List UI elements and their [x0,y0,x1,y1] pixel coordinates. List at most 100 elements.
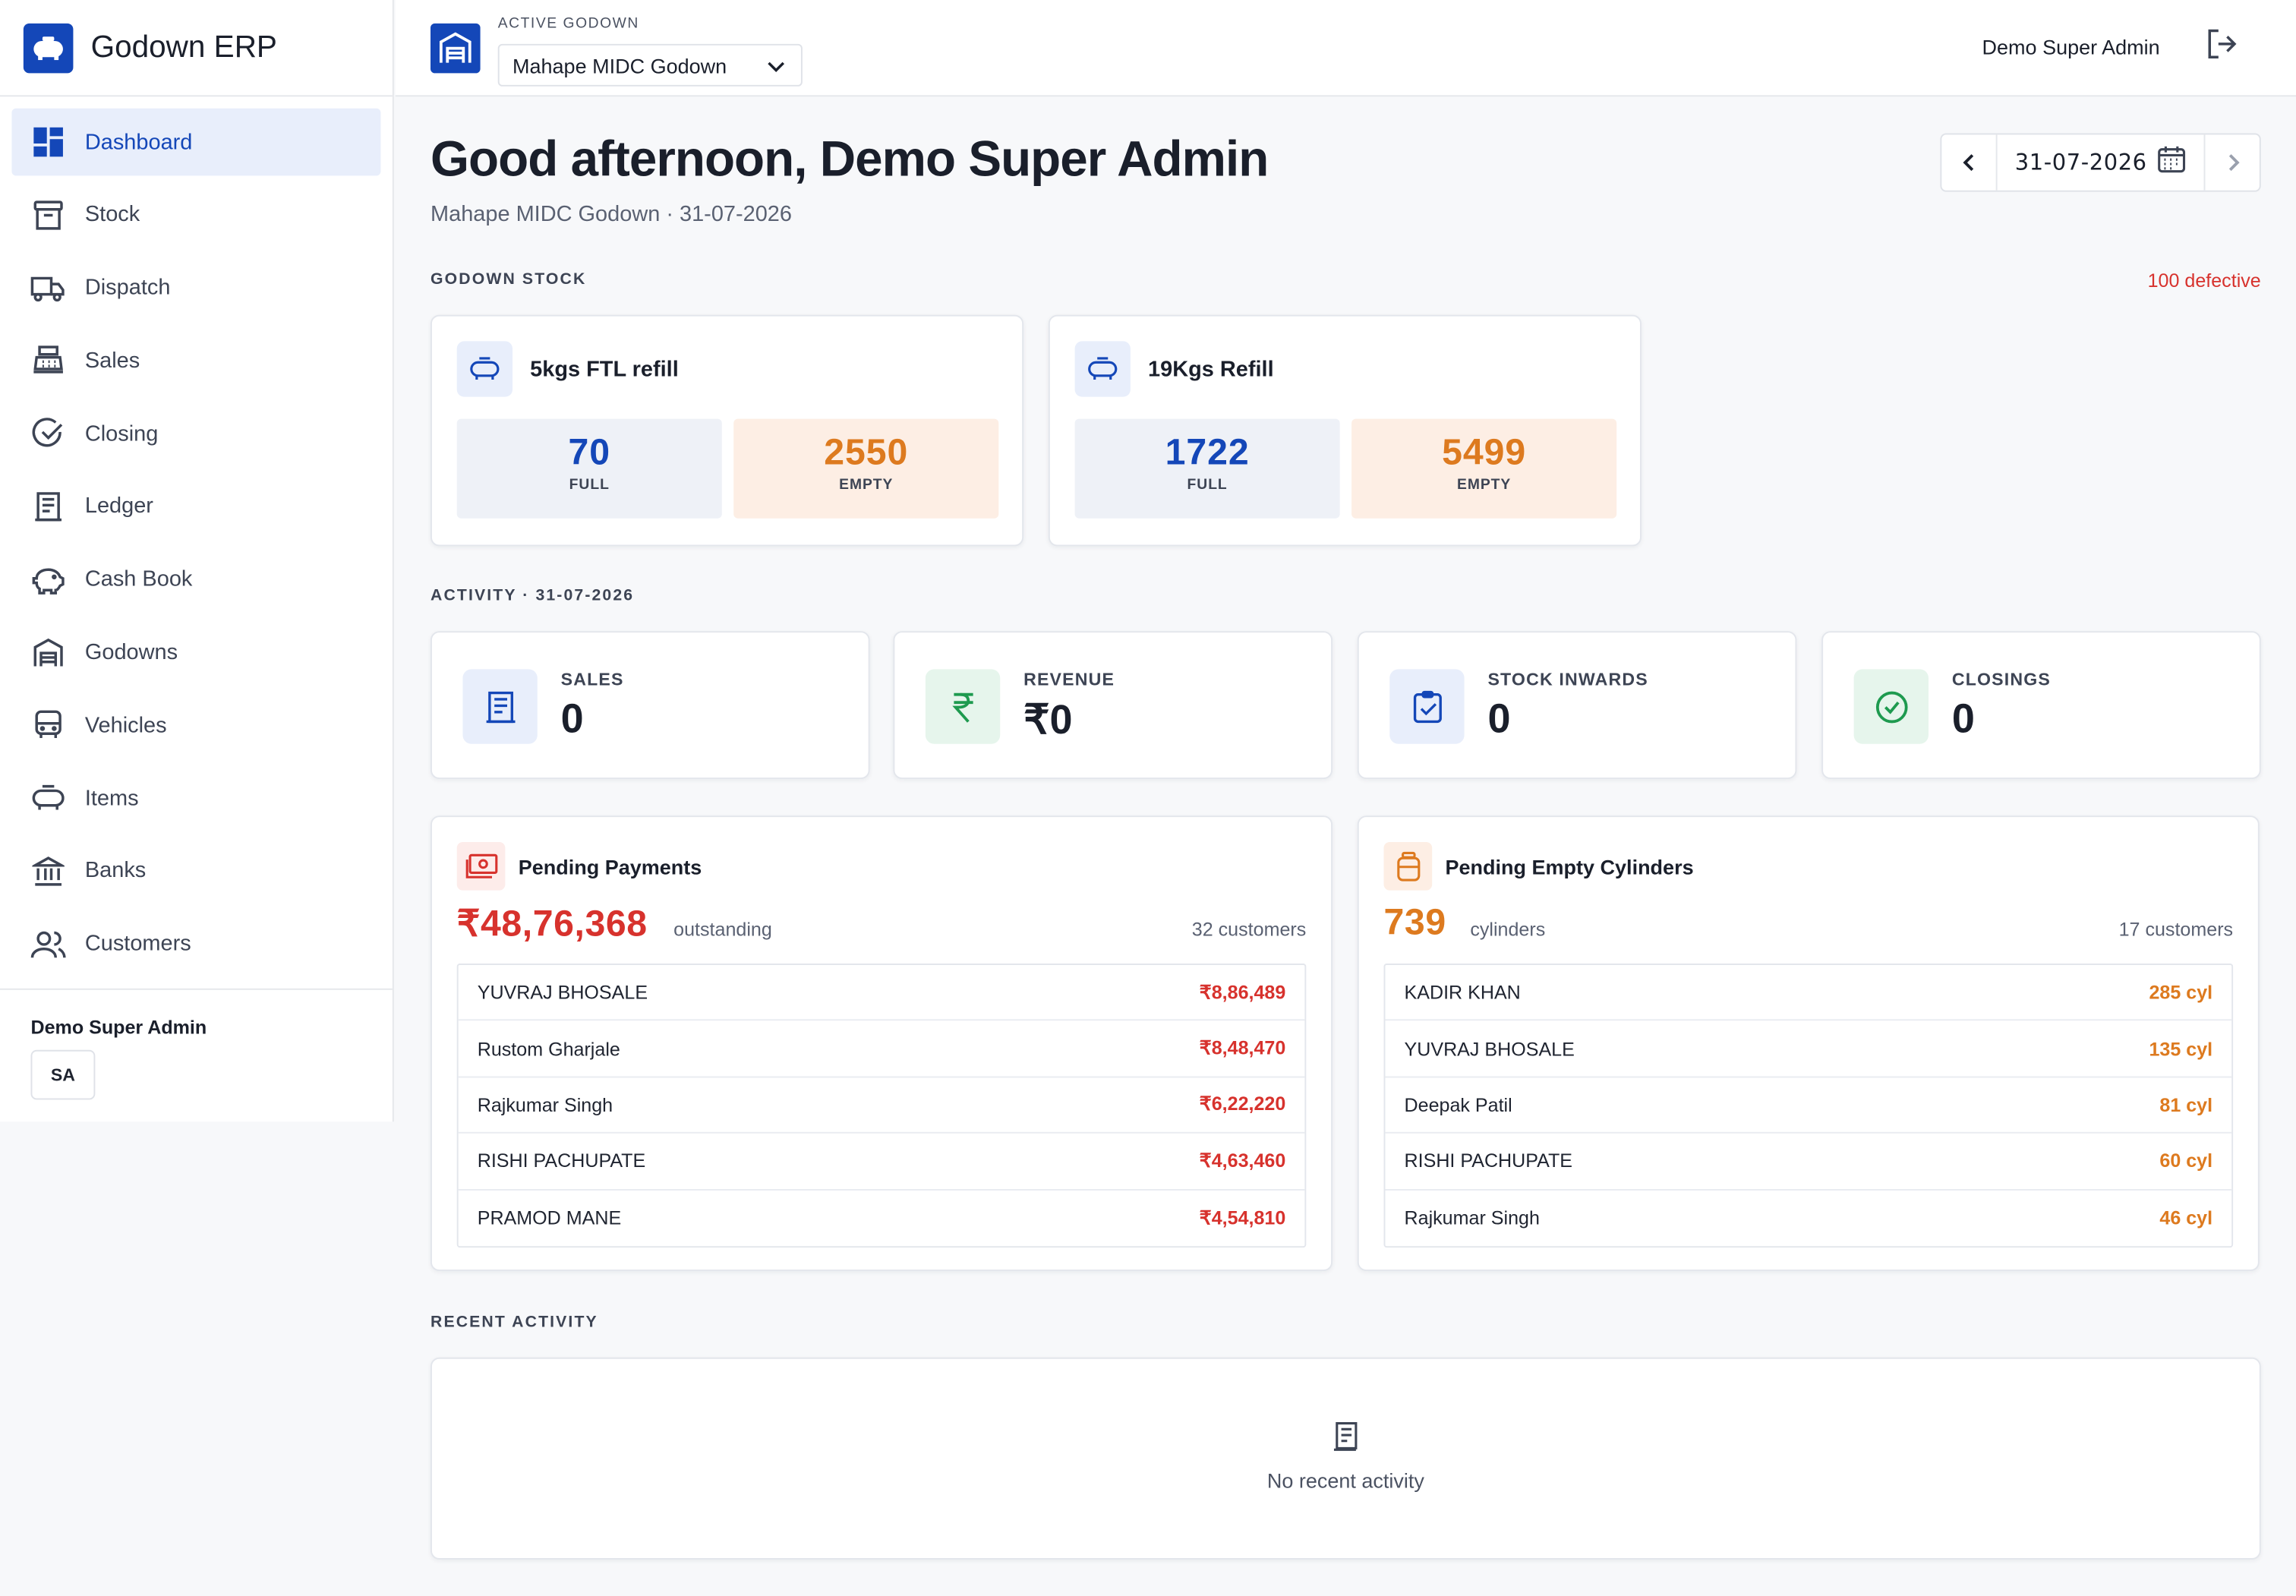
table-row[interactable]: PRAMOD MANE ₹4,54,810 [459,1190,1305,1246]
empty-count: 5499 [1442,431,1527,473]
sidebar-item-label: Closing [84,421,159,446]
full-count-box: 70 FULL [456,418,722,519]
pending-payments-total: ₹48,76,368 [456,903,648,945]
empty-state: No recent activity [432,1421,2260,1493]
stock-card: 19Kgs Refill 1722 FULL 5499 EMPTY [1048,314,1642,547]
sidebar-user-name: Demo Super Admin [30,1016,207,1039]
app-root: Godown ERP Dashboard Stock Dispatch Sale… [0,0,2296,1596]
godown-select-value: Mahape MIDC Godown [512,53,727,77]
users-icon [30,926,66,961]
empty-count-box: 2550 EMPTY [733,418,999,519]
sidebar-item-items[interactable]: Items [11,765,380,832]
sidebar-item-dashboard[interactable]: Dashboard [11,108,381,176]
cylinder-icon [1074,341,1131,397]
full-count: 70 [568,431,611,473]
sidebar-item-cash-book[interactable]: Cash Book [11,546,380,613]
amount: ₹4,54,810 [1199,1206,1286,1229]
sidebar-item-ledger[interactable]: Ledger [11,473,380,541]
godown-select[interactable]: Mahape MIDC Godown [497,43,803,87]
table-row[interactable]: YUVRAJ BHOSALE 135 cyl [1385,1021,2232,1078]
empty-state-text: No recent activity [1266,1468,1424,1493]
stock-card-header: 5kgs FTL refill [456,341,679,397]
recent-activity-card: No recent activity [430,1357,2261,1560]
stock-card-header: 19Kgs Refill [1074,341,1274,397]
cylinder-icon [31,781,66,815]
active-godown-label: ACTIVE GODOWN [497,16,639,33]
recent-activity-heading: RECENT ACTIVITY [430,1313,598,1332]
pending-cylinders-title: Pending Empty Cylinders [1445,854,1694,878]
full-label: FULL [569,477,610,494]
sidebar-item-sales[interactable]: Sales [11,327,380,395]
logout-icon[interactable] [2205,28,2237,60]
sidebar-item-label: Vehicles [84,712,167,738]
pending-payments-count: 32 customers [1191,918,1307,941]
cylinder-count: 46 cyl [2159,1206,2213,1229]
activity-value: 0 [1487,695,1511,741]
sidebar-item-label: Banks [84,859,147,884]
activity-value: 0 [560,695,584,741]
cylinder-count: 285 cyl [2149,981,2213,1004]
clipboard-check-icon [1389,669,1465,744]
table-row[interactable]: Rajkumar Singh 46 cyl [1385,1190,2231,1246]
table-row[interactable]: Deepak Patil 81 cyl [1385,1077,2232,1134]
cylinder-logo-icon [23,22,74,73]
sidebar-item-label: Godowns [84,639,178,665]
defective-link[interactable]: 100 defective [2148,270,2261,292]
receipt-icon [462,669,538,744]
activity-value: ₹0 [1023,697,1073,743]
check-circle-icon [31,416,66,451]
amount: ₹4,63,460 [1199,1149,1286,1172]
sidebar-item-stock[interactable]: Stock [11,181,380,249]
stock-card: 5kgs FTL refill 70 FULL 2550 EMPTY [430,314,1024,547]
customer-name: RISHI PACHUPATE [1404,1150,1573,1172]
cylinder-count: 60 cyl [2159,1150,2213,1172]
sidebar-item-label: Dispatch [84,275,171,301]
table-row[interactable]: YUVRAJ BHOSALE ₹8,86,489 [458,965,1305,1021]
sidebar-item-label: Sales [84,348,140,374]
money-icon [456,841,506,891]
activity-heading: ACTIVITY · 31-07-2026 [430,587,635,605]
cylinder-count: 81 cyl [2159,1093,2213,1116]
sidebar-item-dispatch[interactable]: Dispatch [11,254,380,322]
sidebar-item-label: Cash Book [84,566,193,592]
pending-cylinders-count: 17 customers [2118,918,2234,941]
activity-card-sales: SALES 0 [430,631,870,780]
sidebar-nav: Dashboard Stock Dispatch Sales Closing L… [0,96,393,978]
customer-name: Rajkumar Singh [477,1093,613,1116]
customer-name: Deepak Patil [1404,1093,1512,1116]
empty-count: 2550 [824,431,909,473]
pending-payments-header: Pending Payments [456,841,702,891]
brand-name: Godown ERP [90,30,277,64]
sidebar-item-label: Ledger [84,494,153,519]
top-header: ACTIVE GODOWN Mahape MIDC Godown Demo Su… [395,0,2296,97]
prev-date-button[interactable] [1941,134,1998,191]
sidebar-item-customers[interactable]: Customers [11,910,380,978]
activity-label: REVENUE [1023,669,1115,690]
customer-name: YUVRAJ BHOSALE [477,981,648,1004]
sidebar-item-closing[interactable]: Closing [11,400,380,468]
sidebar-item-vehicles[interactable]: Vehicles [11,692,380,759]
full-count-box: 1722 FULL [1074,418,1340,519]
pending-payments-unit: outstanding [673,918,772,941]
date-picker[interactable]: 31-07-2026 [1998,145,2204,180]
table-row[interactable]: KADIR KHAN 285 cyl [1385,965,2232,1021]
amount: ₹6,22,220 [1199,1093,1286,1115]
brand[interactable]: Godown ERP [0,0,393,97]
table-row[interactable]: RISHI PACHUPATE ₹4,63,460 [458,1134,1305,1191]
activity-label: SALES [560,669,624,690]
full-label: FULL [1187,477,1228,494]
table-row[interactable]: Rajkumar Singh ₹6,22,220 [458,1077,1305,1134]
next-date-button[interactable] [2203,134,2260,191]
header-user-name[interactable]: Demo Super Admin [1982,35,2160,58]
bank-icon [31,853,66,888]
warehouse-icon [430,23,481,74]
activity-card-closings: CLOSINGS 0 [1821,631,2261,780]
avatar[interactable]: SA [30,1049,96,1100]
sidebar-item-godowns[interactable]: Godowns [11,619,380,686]
table-row[interactable]: Rustom Gharjale ₹8,48,470 [458,1021,1305,1078]
pending-cylinders-unit: cylinders [1470,918,1546,941]
table-row[interactable]: RISHI PACHUPATE 60 cyl [1385,1134,2232,1191]
page-title: Good afternoon, Demo Super Admin [430,131,1269,188]
sidebar-item-banks[interactable]: Banks [11,837,380,905]
warehouse-icon [31,635,66,670]
